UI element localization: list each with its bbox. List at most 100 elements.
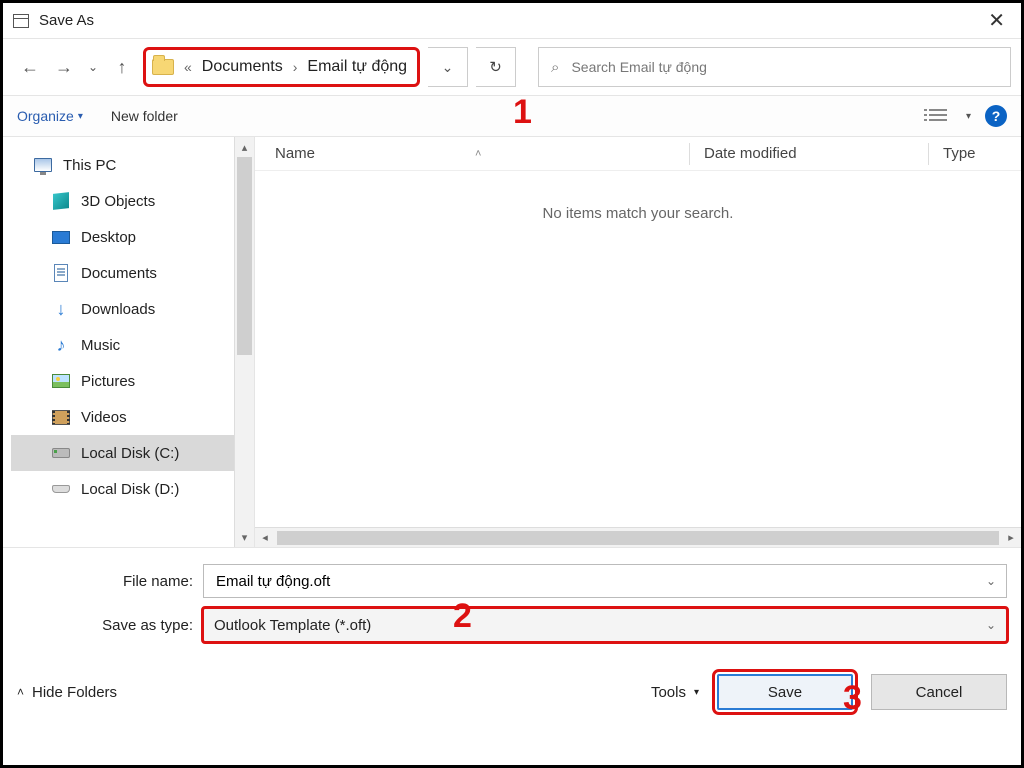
main-area: This PC 3D Objects Desktop Documents ↓ D… [3, 137, 1021, 547]
sidebar-item-music[interactable]: ♪ Music [11, 327, 234, 363]
tools-label: Tools [651, 684, 686, 701]
arrow-left-icon: ← [21, 57, 39, 78]
breadcrumb-dropdown-button[interactable]: ⌄ [428, 47, 468, 87]
sidebar-item-this-pc[interactable]: This PC [11, 147, 234, 183]
breadcrumb-part-documents[interactable]: Documents [202, 58, 283, 76]
chevron-down-icon: ⌄ [442, 59, 454, 76]
forward-button[interactable]: → [51, 51, 77, 83]
sidebar-item-3d-objects[interactable]: 3D Objects [11, 183, 234, 219]
sidebar-item-pictures[interactable]: Pictures [11, 363, 234, 399]
view-options-button[interactable] [924, 105, 952, 127]
savetype-label: Save as type: [17, 617, 203, 634]
chevron-right-icon: › [293, 59, 298, 75]
sidebar-item-label: Videos [81, 409, 127, 426]
disk-icon [51, 444, 71, 462]
refresh-button[interactable]: ↻ [476, 47, 516, 87]
sidebar-item-label: Documents [81, 265, 157, 282]
chevron-down-icon[interactable]: ⌄ [986, 574, 996, 588]
sidebar-item-label: 3D Objects [81, 193, 155, 210]
caret-down-icon[interactable]: ▾ [966, 111, 971, 122]
file-pane: Name ˄ Date modified Type No items match… [255, 137, 1021, 547]
scroll-down-icon[interactable]: ▾ [235, 527, 254, 547]
chevron-down-icon[interactable]: ⌄ [986, 618, 996, 632]
sidebar-scrollbar[interactable]: ▴ ▾ [234, 137, 254, 547]
column-headers: Name ˄ Date modified Type [255, 137, 1021, 171]
scrollbar-thumb[interactable] [237, 157, 252, 355]
savetype-select[interactable]: Outlook Template (*.oft) ⌄ [203, 608, 1007, 642]
sidebar-item-label: Downloads [81, 301, 155, 318]
save-button[interactable]: Save [717, 674, 853, 710]
sidebar-item-videos[interactable]: Videos [11, 399, 234, 435]
chevron-up-icon: ˄ [17, 685, 24, 699]
action-bar: ˄ Hide Folders Tools ▾ Save Cancel [3, 652, 1021, 724]
chevron-down-icon: ⌄ [88, 60, 98, 74]
document-icon [51, 264, 71, 282]
sidebar-item-local-disk-d[interactable]: Local Disk (D:) [11, 471, 234, 507]
videos-icon [51, 408, 71, 426]
column-label: Name [275, 145, 315, 162]
back-button[interactable]: ← [17, 51, 43, 83]
window-title: Save As [39, 12, 94, 29]
breadcrumb-part-current[interactable]: Email tự động [307, 58, 407, 76]
download-icon: ↓ [51, 301, 71, 317]
sidebar-item-local-disk-c[interactable]: Local Disk (C:) [11, 435, 234, 471]
sort-asc-icon: ˄ [475, 148, 481, 160]
folder-icon [152, 59, 174, 75]
scrollbar-track[interactable] [235, 355, 254, 527]
search-placeholder: Search Email tự động [571, 59, 706, 75]
scroll-right-icon[interactable]: ▸ [1001, 531, 1021, 544]
filename-label: File name: [17, 573, 203, 590]
caret-down-icon: ▾ [78, 111, 83, 122]
annotation-1: 1 [513, 93, 532, 132]
toolbar: Organize ▾ New folder ▾ ? [3, 95, 1021, 137]
filename-field[interactable] [214, 572, 986, 591]
refresh-icon: ↻ [489, 58, 502, 76]
help-button[interactable]: ? [985, 105, 1007, 127]
desktop-icon [51, 228, 71, 246]
filename-input[interactable]: ⌄ [203, 564, 1007, 598]
up-button[interactable]: ↑ [109, 51, 135, 83]
music-icon: ♪ [51, 336, 71, 354]
scroll-left-icon[interactable]: ◂ [255, 531, 275, 544]
help-icon: ? [992, 108, 1001, 124]
arrow-right-icon: → [55, 57, 73, 78]
save-as-dialog: Save As ✕ ← → ⌄ ↑ « Documents › Email tự… [0, 0, 1024, 768]
sidebar-item-label: Desktop [81, 229, 136, 246]
horizontal-scrollbar[interactable]: ◂ ▸ [255, 527, 1021, 547]
search-icon: ⌕ [551, 59, 559, 76]
disk-icon [51, 480, 71, 498]
nav-row: ← → ⌄ ↑ « Documents › Email tự động ⌄ ↻ … [3, 39, 1021, 95]
savetype-value: Outlook Template (*.oft) [214, 617, 371, 634]
sidebar-item-label: Local Disk (C:) [81, 445, 179, 462]
window-icon [13, 14, 29, 28]
sidebar-item-desktop[interactable]: Desktop [11, 219, 234, 255]
search-input[interactable]: ⌕ Search Email tự động [538, 47, 1011, 87]
close-button[interactable]: ✕ [982, 8, 1011, 33]
annotation-2: 2 [453, 597, 472, 636]
hide-folders-label: Hide Folders [32, 684, 117, 701]
sidebar-item-documents[interactable]: Documents [11, 255, 234, 291]
tools-menu[interactable]: Tools ▾ [651, 684, 699, 701]
scrollbar-thumb[interactable] [277, 531, 999, 545]
sidebar-item-label: Local Disk (D:) [81, 481, 179, 498]
sidebar-item-label: This PC [63, 157, 116, 174]
pictures-icon [51, 372, 71, 390]
breadcrumb[interactable]: « Documents › Email tự động [143, 47, 420, 87]
new-folder-button[interactable]: New folder [111, 108, 178, 124]
column-header-date[interactable]: Date modified [690, 145, 928, 162]
empty-message: No items match your search. [255, 171, 1021, 222]
column-header-type[interactable]: Type [929, 145, 1021, 162]
scroll-up-icon[interactable]: ▴ [235, 137, 254, 157]
form-area: File name: ⌄ Save as type: Outlook Templ… [3, 547, 1021, 642]
recent-locations-button[interactable]: ⌄ [85, 51, 101, 83]
sidebar-item-downloads[interactable]: ↓ Downloads [11, 291, 234, 327]
hide-folders-button[interactable]: ˄ Hide Folders [17, 684, 117, 701]
column-header-name[interactable]: Name ˄ [255, 145, 689, 162]
this-pc-icon [33, 156, 53, 174]
cancel-button[interactable]: Cancel [871, 674, 1007, 710]
cube-icon [51, 192, 71, 210]
list-view-icon [929, 109, 947, 123]
arrow-up-icon: ↑ [118, 57, 127, 78]
organize-menu[interactable]: Organize ▾ [17, 108, 83, 124]
breadcrumb-overflow-icon: « [184, 59, 192, 75]
